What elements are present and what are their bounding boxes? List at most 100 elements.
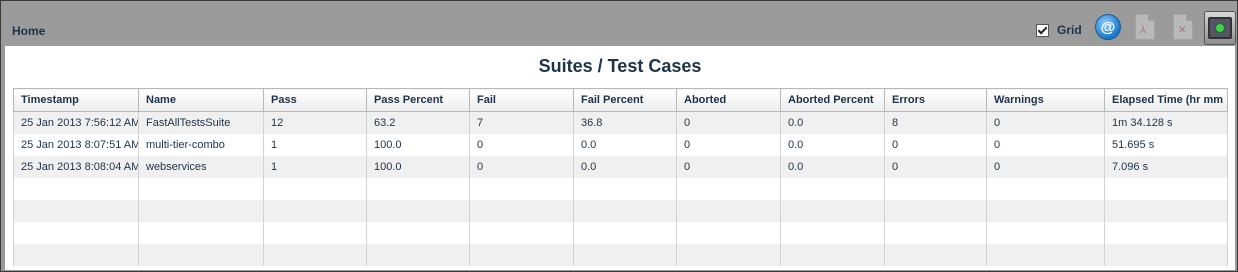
table-header: Timestamp Name Pass Pass Percent Fail Fail Pe… [13,88,1228,112]
table-cell: webservices [138,156,264,178]
table-cell [263,222,367,244]
table-cell: 1m 34.128 s [1104,111,1228,134]
table-cell: 25 Jan 2013 7:56:12 AM [13,111,139,134]
table-cell [469,244,574,266]
table-cell: 100.0 [366,156,470,178]
table-cell [13,222,139,244]
table-cell [366,244,470,266]
column-header[interactable]: Name [138,88,264,112]
column-header[interactable]: Elapsed Time (hr mm [1104,88,1228,112]
table-cell [986,200,1105,222]
email-icon[interactable]: @ [1094,12,1122,42]
table-cell: 0 [469,134,574,156]
table-row[interactable]: 25 Jan 2013 8:08:04 AM webservices 1 100.0 0… [13,156,1228,178]
app-window: Home Grid @ ⅄ ✕ Suites / Test Cases Time… [0,0,1238,272]
column-header[interactable]: Pass [263,88,367,112]
table-cell [986,222,1105,244]
main-panel: Suites / Test Cases Timestamp Name Pass Pas… [5,46,1235,270]
table-cell: 0 [986,111,1105,134]
column-header[interactable]: Aborted Percent [780,88,885,112]
table-cell [884,178,987,200]
table-cell [138,178,264,200]
table-cell: 1 [263,134,367,156]
column-header[interactable]: Warnings [986,88,1105,112]
table-cell: 0 [884,134,987,156]
column-header[interactable]: Errors [884,88,987,112]
table-cell: 0 [469,156,574,178]
document-export-icon[interactable]: ✕ [1169,12,1197,42]
table-cell [780,178,885,200]
table-cell: 0 [676,111,781,134]
table-cell [138,244,264,266]
table-cell: 12 [263,111,367,134]
home-link[interactable]: Home [12,24,45,38]
table-cell [263,200,367,222]
table-row[interactable]: 25 Jan 2013 7:56:12 AM FastAllTestsSuite 1… [13,111,1228,134]
table-cell: 0.0 [780,156,885,178]
table-cell [676,244,781,266]
column-header[interactable]: Aborted [676,88,781,112]
page-title: Suites / Test Cases [538,56,702,76]
table-cell [1104,200,1228,222]
table-cell [573,200,677,222]
table-cell [1104,178,1228,200]
table-cell: 25 Jan 2013 8:07:51 AM [13,134,139,156]
table-row [13,178,1228,200]
column-header[interactable]: Fail Percent [573,88,677,112]
table-cell [884,200,987,222]
results-table: Timestamp Name Pass Pass Percent Fail Fail Pe… [13,88,1228,266]
table-cell: 36.8 [573,111,677,134]
table-cell [469,200,574,222]
table-cell [469,178,574,200]
table-cell [138,222,264,244]
table-cell [366,222,470,244]
table-cell: 0.0 [573,134,677,156]
table-cell: 0.0 [780,111,885,134]
grid-label: Grid [1057,23,1082,37]
table-cell: 0.0 [780,134,885,156]
table-cell [366,200,470,222]
table-cell: 1 [263,156,367,178]
table-cell: 0 [676,134,781,156]
table-cell: 25 Jan 2013 8:08:04 AM [13,156,139,178]
table-cell: 7 [469,111,574,134]
table-cell: 8 [884,111,987,134]
column-header[interactable]: Fail [469,88,574,112]
table-cell: 63.2 [366,111,470,134]
screen-view-icon[interactable] [1204,11,1236,45]
table-cell [884,244,987,266]
table-cell [366,178,470,200]
table-row [13,222,1228,244]
table-row [13,200,1228,222]
table-cell [884,222,987,244]
toolbar: Home Grid @ ⅄ ✕ [1,1,1237,46]
table-cell [986,244,1105,266]
table-cell: 0 [986,156,1105,178]
table-cell: 100.0 [366,134,470,156]
table-cell [573,178,677,200]
table-cell [263,178,367,200]
table-cell [13,200,139,222]
table-cell [780,244,885,266]
grid-checkbox[interactable] [1036,23,1049,37]
table-cell [13,244,139,266]
table-cell: 0 [884,156,987,178]
table-cell [138,200,264,222]
column-header[interactable]: Pass Percent [366,88,470,112]
table-cell [573,244,677,266]
table-cell: 0.0 [573,156,677,178]
table-row[interactable]: 25 Jan 2013 8:07:51 AM multi-tier-combo 1 1… [13,134,1228,156]
table-cell: 7.096 s [1104,156,1228,178]
column-header[interactable]: Timestamp [13,88,139,112]
table-cell: multi-tier-combo [138,134,264,156]
pdf-export-icon[interactable]: ⅄ [1131,12,1159,42]
table-cell: 0 [986,134,1105,156]
table-cell [1104,222,1228,244]
table-cell [986,178,1105,200]
table-cell [676,200,781,222]
table-cell [573,222,677,244]
table-cell [780,200,885,222]
grid-toggle[interactable]: Grid [1036,23,1082,37]
table-cell: 0 [676,156,781,178]
table-cell: FastAllTestsSuite [138,111,264,134]
